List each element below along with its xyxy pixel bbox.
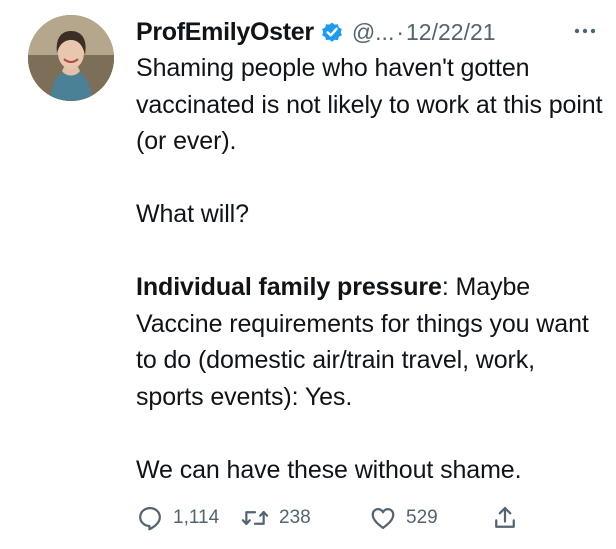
like-button[interactable]: 529 bbox=[369, 504, 438, 532]
tweet[interactable]: ProfEmilyOster @... · 12/22/21 Shaming p… bbox=[0, 0, 616, 549]
retweet-button[interactable]: 238 bbox=[240, 504, 311, 532]
header-separator: · bbox=[396, 18, 405, 45]
tweet-text: Shaming people who haven't gotten vaccin… bbox=[136, 50, 606, 488]
verified-badge-icon bbox=[320, 20, 344, 44]
retweet-count: 238 bbox=[279, 507, 311, 528]
tweet-paragraph-3: Individual family pressure: Maybe bbox=[136, 269, 606, 306]
author-name[interactable]: ProfEmilyOster bbox=[136, 18, 314, 47]
tweet-paragraph-2: What will? bbox=[136, 200, 249, 228]
bold-phrase: Individual family pressure bbox=[136, 273, 442, 301]
like-count: 529 bbox=[406, 507, 438, 528]
reply-icon bbox=[136, 504, 164, 532]
tweet-paragraph-1: Shaming people who haven't gotten vaccin… bbox=[136, 54, 603, 155]
heart-icon bbox=[369, 504, 397, 532]
tweet-paragraph-5: We can have these without shame. bbox=[136, 455, 522, 484]
share-icon bbox=[491, 504, 519, 532]
author-handle[interactable]: @... bbox=[352, 19, 395, 46]
tweet-date[interactable]: 12/22/21 bbox=[406, 19, 496, 46]
avatar-photo bbox=[28, 15, 114, 101]
more-dots-icon[interactable] bbox=[568, 16, 602, 46]
author-avatar[interactable] bbox=[28, 15, 114, 101]
tweet-paragraph-4: Vaccine requirements for things you want… bbox=[136, 309, 589, 411]
reply-button[interactable]: 1,114 bbox=[136, 504, 219, 532]
tweet-actions: 1,114 238 529 bbox=[136, 500, 526, 536]
share-button[interactable] bbox=[491, 504, 519, 532]
reply-count: 1,114 bbox=[173, 507, 220, 528]
retweet-icon bbox=[240, 504, 270, 532]
tweet-paragraph-3-rest: : Maybe bbox=[441, 273, 531, 301]
tweet-header: ProfEmilyOster @... · 12/22/21 bbox=[136, 14, 606, 50]
